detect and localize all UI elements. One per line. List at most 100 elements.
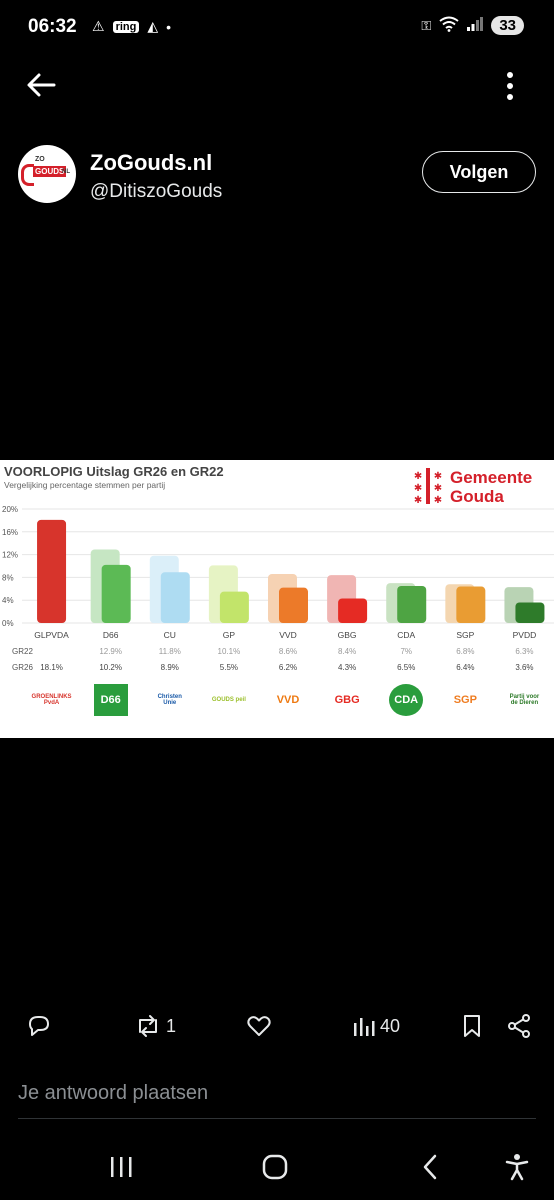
- x-tick-label: CU: [164, 630, 176, 640]
- views-count: 40: [380, 1015, 401, 1036]
- display-name[interactable]: ZoGouds.nl: [90, 150, 212, 176]
- bar-gr26: [338, 598, 368, 623]
- share-button[interactable]: [506, 1012, 532, 1040]
- retweet-icon: [139, 1015, 157, 1037]
- x-tick-label: GP: [223, 630, 236, 640]
- key-icon: ⚿: [421, 17, 432, 33]
- recent-apps-button[interactable]: [100, 1150, 142, 1184]
- bar-gr26: [219, 591, 249, 623]
- back-nav-button[interactable]: [410, 1150, 452, 1184]
- party-logo: D66: [93, 684, 128, 716]
- party-logo: GBG: [334, 693, 360, 706]
- party-logo: VVD: [276, 693, 300, 706]
- retweet-count: 1: [166, 1015, 177, 1036]
- signal-icon: [467, 17, 484, 34]
- x-tick-label: D66: [103, 630, 119, 640]
- chevron-left-icon: [423, 1154, 437, 1180]
- battery-indicator: 33: [491, 16, 524, 35]
- party-logo: CDA: [389, 684, 424, 716]
- party-logo: Christen Unie: [157, 694, 182, 706]
- data-label: 12.9%: [99, 647, 122, 656]
- bar-gr26: [160, 572, 190, 623]
- status-time: 06:32: [28, 16, 77, 37]
- party-logo: GOUDS peil: [211, 697, 246, 703]
- more-options-button[interactable]: [498, 70, 522, 104]
- avatar-text-suffix: NL: [62, 169, 70, 175]
- reply-divider: [18, 1118, 536, 1119]
- y-tick-label: 4%: [2, 596, 14, 605]
- back-button[interactable]: [24, 70, 60, 102]
- bookmark-icon: [464, 1015, 480, 1037]
- views-button[interactable]: 40: [352, 1012, 400, 1040]
- retweet-button[interactable]: 1: [134, 1012, 176, 1040]
- zogouds-logo: ZO GOUDS NL: [21, 156, 73, 186]
- data-label: 10.1%: [218, 647, 241, 656]
- x-tick-label: CDA: [397, 630, 415, 640]
- data-label: 11.8%: [159, 647, 181, 656]
- avatar-text-top: ZO: [35, 156, 45, 163]
- data-label: 7%: [400, 647, 412, 656]
- post-image-chart[interactable]: VOORLOPIG Uitslag GR26 en GR22 Vergelijk…: [0, 460, 554, 738]
- data-label: 10.2%: [99, 663, 122, 672]
- user-handle[interactable]: @DitiszoGouds: [90, 181, 222, 203]
- x-tick-label: GBG: [338, 630, 357, 640]
- accessibility-button[interactable]: [496, 1150, 538, 1184]
- reply-bubble-icon: [29, 1016, 49, 1036]
- data-label: 8.4%: [338, 647, 356, 656]
- reply-input[interactable]: Je antwoord plaatsen: [18, 1082, 208, 1105]
- x-tick-label: VVD: [279, 630, 296, 640]
- data-label: 6.8%: [456, 647, 474, 656]
- data-label: 5.5%: [220, 663, 238, 672]
- party-logo: SGP: [453, 693, 477, 706]
- data-label: 3.6%: [515, 663, 533, 672]
- party-logo: Partij voor de Dieren: [509, 694, 540, 706]
- party-logo: GROENLINKS PvdA: [31, 694, 72, 706]
- row-label: GR22: [12, 647, 33, 656]
- bookmark-button[interactable]: [461, 1012, 483, 1040]
- y-tick-label: 12%: [2, 551, 18, 560]
- data-label: 18.1%: [40, 663, 63, 672]
- bar-gr26: [515, 602, 545, 623]
- arrow-left-icon: [27, 73, 56, 97]
- data-label: 4.3%: [338, 663, 356, 672]
- status-notification-icons: ⚠ ring ◭ •: [92, 18, 171, 35]
- bar-chart: 0% 4% 8% 12% 16% 20% GLPVDA 18.1% D66 12.9% 10.2% C…: [2, 505, 554, 672]
- bar-gr26: [397, 585, 427, 623]
- bar-gr26: [101, 564, 131, 623]
- like-button[interactable]: [246, 1012, 272, 1040]
- follow-button[interactable]: Volgen: [422, 151, 536, 193]
- bar-gr26: [456, 586, 486, 623]
- y-tick-label: 20%: [2, 505, 18, 514]
- x-tick-label: GLPVDA: [34, 630, 69, 640]
- status-system-icons: ⚿ 33: [421, 16, 524, 35]
- analytics-bars-icon: [354, 1018, 375, 1036]
- x-tick-label: PVDD: [513, 630, 537, 640]
- data-label: 6.5%: [397, 663, 415, 672]
- party-logos-row: GROENLINKS PvdA D66 Christen Unie GOUDS pei…: [0, 684, 554, 724]
- y-tick-label: 8%: [2, 573, 14, 582]
- x-tick-label: SGP: [456, 630, 474, 640]
- data-label: 8.6%: [279, 647, 297, 656]
- bar-gr26: [37, 519, 67, 623]
- row-label: GR26: [12, 663, 33, 672]
- ring-icon: ring: [112, 20, 140, 33]
- heart-icon: [247, 1016, 271, 1036]
- data-label: 6.4%: [456, 663, 474, 672]
- wifi-icon: [439, 16, 459, 35]
- data-label: 6.3%: [515, 647, 533, 656]
- dot-icon: •: [166, 18, 172, 35]
- share-icon: [508, 1014, 530, 1038]
- nav-app-icon: ◭: [147, 18, 159, 34]
- home-icon: [262, 1154, 288, 1180]
- y-tick-label: 0%: [2, 619, 14, 628]
- bar-gr26: [279, 587, 308, 623]
- avatar[interactable]: ZO GOUDS NL: [18, 145, 76, 203]
- recent-apps-icon: [111, 1157, 132, 1177]
- accessibility-icon: [505, 1154, 529, 1181]
- y-tick-label: 16%: [2, 528, 18, 537]
- warning-icon: ⚠: [92, 18, 105, 34]
- data-label: 6.2%: [279, 663, 297, 672]
- reply-button[interactable]: [26, 1012, 52, 1040]
- home-button[interactable]: [254, 1150, 296, 1184]
- kebab-menu-icon: [507, 72, 513, 100]
